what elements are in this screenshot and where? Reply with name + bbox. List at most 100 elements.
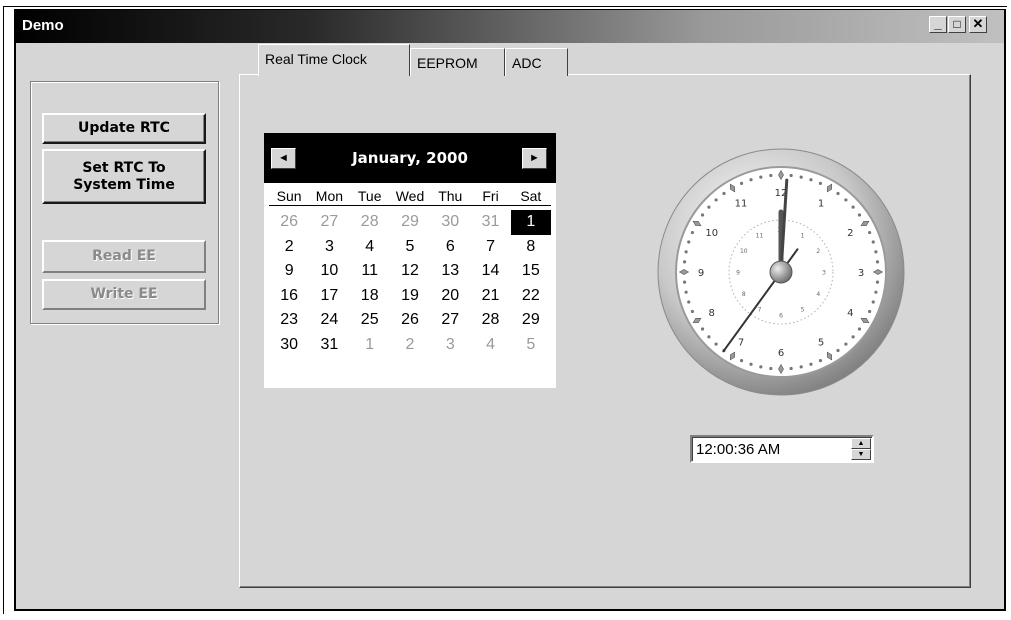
clock-minute-tick	[682, 260, 687, 264]
clock-minute-tick	[739, 359, 744, 363]
clock-minute-tick	[874, 290, 878, 294]
window-title: Demo	[22, 17, 64, 34]
month-calendar[interactable]: ◄ January, 2000 ► Sun Mon Tue Wed Thu Fr…	[264, 133, 556, 388]
time-spinner[interactable]: ▲ ▼	[851, 438, 871, 460]
spin-up-icon[interactable]: ▲	[851, 438, 871, 449]
clock-inner-numeral: 5	[801, 307, 805, 314]
calendar-day[interactable]: 20	[430, 284, 470, 309]
calendar-day[interactable]: 31	[470, 210, 510, 235]
outer-border-left	[3, 6, 4, 614]
update-rtc-button[interactable]: Update RTC	[42, 113, 206, 144]
calendar-day[interactable]: 16	[269, 284, 309, 309]
calendar-day[interactable]: 4	[470, 333, 510, 358]
maximize-button[interactable]: □	[948, 16, 966, 33]
minimize-button[interactable]: _	[929, 16, 947, 33]
weekday-label: Fri	[482, 188, 499, 204]
calendar-day[interactable]: 27	[309, 210, 349, 235]
month-year-label[interactable]: January, 2000	[264, 149, 556, 167]
calendar-day[interactable]: 9	[269, 259, 309, 284]
calendar-day[interactable]: 8	[511, 235, 551, 260]
calendar-day[interactable]: 13	[430, 259, 470, 284]
calendar-day[interactable]: 30	[269, 333, 309, 358]
calendar-day[interactable]: 1	[350, 333, 390, 358]
clock-numeral: 9	[698, 268, 704, 279]
clock-minute-tick	[844, 198, 848, 202]
weekday-header: Sun Mon Tue Wed Thu Fri Sat	[269, 188, 551, 206]
calendar-day[interactable]: 11	[350, 259, 390, 284]
time-picker[interactable]: 12:00:36 AM ▲ ▼	[690, 435, 874, 463]
calendar-day[interactable]: 3	[309, 235, 349, 260]
weekday-label: Mon	[315, 188, 344, 204]
read-ee-button[interactable]: Read EE	[42, 240, 206, 273]
clock-inner-numeral: 3	[822, 270, 826, 277]
calendar-day[interactable]: 6	[430, 235, 470, 260]
calendar-day[interactable]: 3	[430, 333, 470, 358]
calendar-day[interactable]: 12	[390, 259, 430, 284]
clock-minute-tick	[690, 230, 694, 235]
clock-inner-numeral: 4	[816, 291, 820, 298]
clock-minute-tick	[818, 359, 823, 363]
calendar-day[interactable]: 17	[309, 284, 349, 309]
calendar-day[interactable]: 15	[511, 259, 551, 284]
clock-minute-tick	[684, 250, 688, 254]
clock-numeral: 4	[847, 308, 853, 319]
clock-minute-tick	[809, 362, 813, 366]
calendar-day[interactable]: 30	[430, 210, 470, 235]
calendar-day[interactable]: 7	[470, 235, 510, 260]
clock-minute-tick	[749, 362, 753, 366]
clock-minute-tick	[769, 173, 773, 178]
spin-down-icon[interactable]: ▼	[851, 449, 871, 460]
clock-minute-tick	[700, 327, 705, 331]
calendar-day[interactable]: 2	[269, 235, 309, 260]
analog-clock: 121211223344556677889910101111	[657, 148, 905, 396]
calendar-day[interactable]: 25	[350, 308, 390, 333]
weekday-label: Tue	[357, 188, 382, 204]
calendar-day[interactable]: 21	[470, 284, 510, 309]
calendar-day[interactable]: 22	[511, 284, 551, 309]
calendar-day[interactable]: 23	[269, 308, 309, 333]
clock-minute-tick	[769, 366, 773, 371]
title-bar[interactable]: Demo _ □ ✕	[16, 10, 1004, 43]
weekday-label: Wed	[395, 188, 425, 204]
clock-inner-numeral: 7	[758, 307, 762, 314]
calendar-day[interactable]: 24	[309, 308, 349, 333]
calendar-day[interactable]: 27	[430, 308, 470, 333]
set-rtc-label-line2: System Time	[73, 176, 175, 193]
calendar-day[interactable]: 4	[350, 235, 390, 260]
calendar-day[interactable]: 29	[390, 210, 430, 235]
clock-minute-tick	[818, 181, 823, 185]
calendar-week-row: 30 31 1 2 3 4 5	[269, 333, 551, 358]
tab-adc[interactable]: ADC	[505, 48, 568, 76]
calendar-day[interactable]: 28	[470, 308, 510, 333]
calendar-day[interactable]: 26	[269, 210, 309, 235]
calendar-day[interactable]: 29	[511, 308, 551, 333]
calendar-day[interactable]: 2	[390, 333, 430, 358]
calendar-week-row: 23 24 25 26 27 28 29	[269, 308, 551, 333]
clock-minute-tick	[789, 366, 793, 371]
calendar-day[interactable]: 18	[350, 284, 390, 309]
calendar-day[interactable]: 5	[390, 235, 430, 260]
clock-minute-tick	[851, 205, 855, 209]
outer-border-top	[3, 6, 1007, 7]
calendar-day[interactable]: 28	[350, 210, 390, 235]
calendar-day[interactable]: 31	[309, 333, 349, 358]
calendar-day[interactable]: 5	[511, 333, 551, 358]
set-rtc-system-time-button[interactable]: Set RTC To System Time	[42, 149, 206, 204]
time-value[interactable]: 12:00:36 AM	[696, 441, 780, 458]
close-button[interactable]: ✕	[969, 16, 987, 33]
clock-inner-numeral: 1	[801, 232, 805, 239]
clock-minute-tick	[682, 280, 687, 284]
calendar-day[interactable]: 10	[309, 259, 349, 284]
calendar-day[interactable]: 14	[470, 259, 510, 284]
calendar-day-selected[interactable]: 1	[510, 210, 551, 235]
tab-real-time-clock[interactable]: Real Time Clock	[258, 44, 410, 76]
clock-numeral: 7	[738, 337, 744, 348]
write-ee-button[interactable]: Write EE	[42, 279, 206, 310]
calendar-day[interactable]: 19	[390, 284, 430, 309]
calendar-day[interactable]: 26	[390, 308, 430, 333]
clock-minute-tick	[875, 280, 880, 284]
clock-minute-tick	[871, 240, 875, 244]
weekday-label: Thu	[438, 188, 463, 204]
next-month-button[interactable]: ►	[522, 148, 547, 169]
tab-eeprom[interactable]: EEPROM	[410, 48, 505, 76]
